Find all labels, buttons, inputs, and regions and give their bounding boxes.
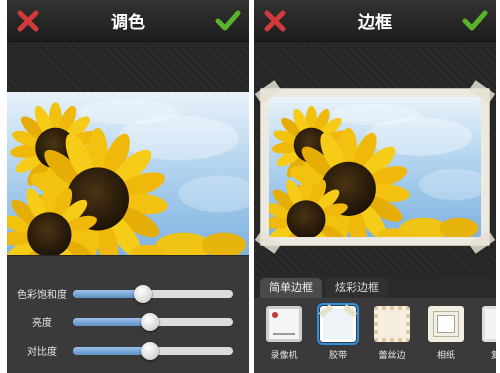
brightness-thumb[interactable] (140, 313, 159, 331)
retro-frame-thumb (482, 306, 496, 342)
checkmark-icon (215, 10, 241, 31)
frame-item-retro[interactable]: 复古 (478, 304, 496, 368)
frame-tabs: 简单边框 炫彩边框 (254, 276, 496, 298)
brightness-slider-row: 亮度 (7, 311, 249, 333)
photo-workspace (7, 42, 249, 256)
saturation-thumb[interactable] (134, 285, 153, 303)
sunflower-photo (269, 97, 481, 237)
frame-thumbnails: 录像机 胶带 蕾丝边 相纸 复古 (254, 303, 496, 373)
frame-picker: 简单边框 炫彩边框 录像机 胶带 蕾丝边 相纸 复 (254, 276, 496, 373)
frame-label: 相纸 (436, 351, 455, 361)
frame-label: 录像机 (270, 351, 298, 361)
frame-label: 蕾丝边 (378, 351, 406, 361)
saturation-fill (73, 290, 144, 298)
contrast-slider[interactable] (73, 342, 233, 360)
top-bar: 调色 (7, 0, 249, 42)
top-bar: 边框 (254, 0, 496, 42)
frame-screen: 边框 简单边框 炫彩边框 录像机 胶带 蕾丝边 相纸 复 (254, 0, 496, 373)
tab-simple-frames[interactable]: 简单边框 (260, 278, 322, 298)
checkmark-icon (462, 10, 488, 31)
frame-item-tape[interactable]: 胶带 (316, 303, 360, 368)
frame-item-lace[interactable]: 蕾丝边 (370, 304, 414, 368)
photo-workspace (254, 42, 496, 276)
saturation-slider-row: 色彩饱和度 (7, 283, 249, 305)
saturation-slider[interactable] (73, 285, 233, 303)
tab-colorful-frames[interactable]: 炫彩边框 (326, 278, 388, 298)
confirm-button[interactable] (213, 6, 243, 36)
tape-frame-thumb (317, 303, 359, 345)
contrast-label: 对比度 (27, 347, 57, 358)
camcorder-frame-thumb (266, 306, 302, 342)
lace-frame-thumb (374, 306, 410, 342)
brightness-label: 亮度 (32, 318, 52, 329)
contrast-fill (73, 347, 150, 355)
contrast-thumb[interactable] (140, 342, 159, 360)
saturation-label: 色彩饱和度 (17, 290, 67, 301)
contrast-slider-row: 对比度 (7, 340, 249, 362)
photo-paper-frame-thumb (428, 306, 464, 342)
brightness-slider[interactable] (73, 313, 233, 331)
color-adjust-screen: 调色 色彩饱和度 亮度 对比度 (7, 0, 249, 373)
adjust-controls: 色彩饱和度 亮度 对比度 (7, 256, 249, 373)
sunflower-photo (7, 92, 249, 255)
brightness-fill (73, 318, 150, 326)
tape-frame (254, 80, 496, 254)
frame-item-camcorder[interactable]: 录像机 (262, 304, 306, 368)
confirm-button[interactable] (460, 6, 490, 36)
frame-item-photo-paper[interactable]: 相纸 (424, 304, 468, 368)
frame-label: 胶带 (328, 351, 347, 361)
frame-label: 复古 (490, 351, 496, 361)
